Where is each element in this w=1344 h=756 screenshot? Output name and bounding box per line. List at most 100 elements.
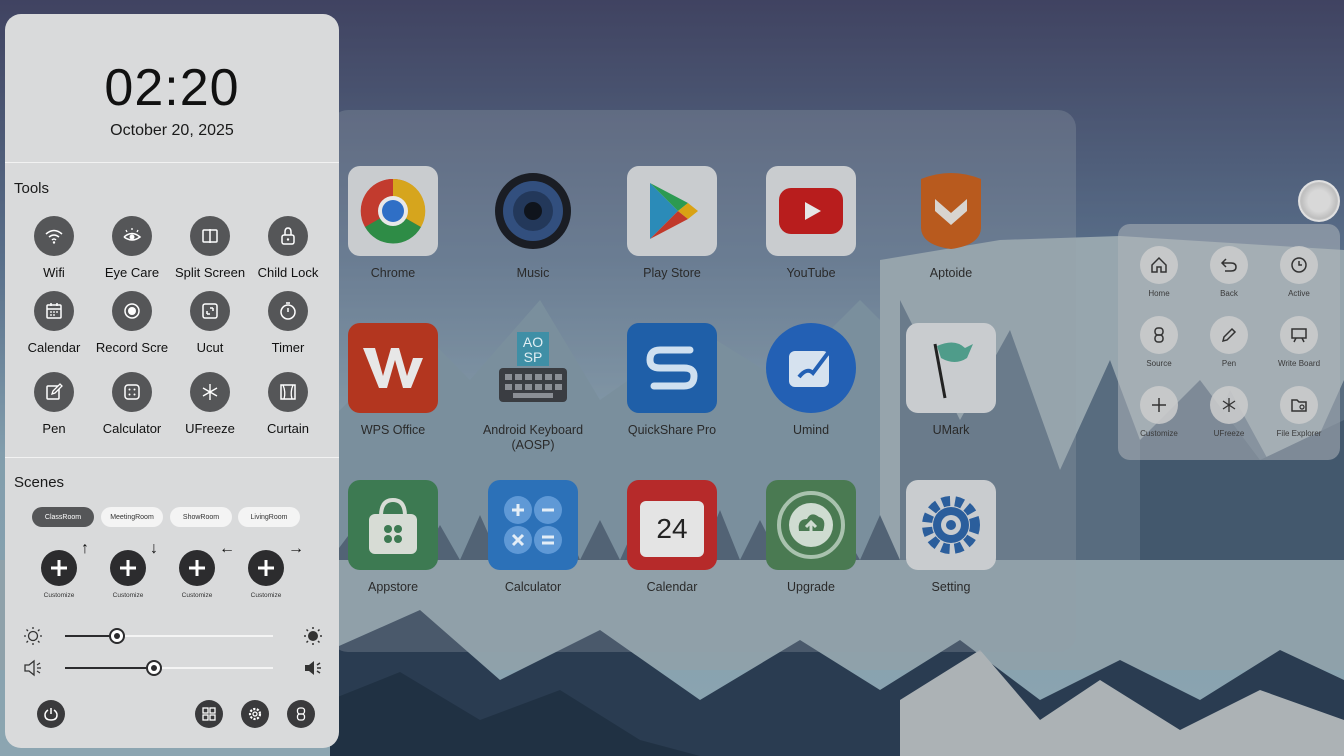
app-label: YouTube	[786, 266, 836, 280]
app-calculator[interactable]: Calculator	[473, 480, 593, 595]
float-source-button[interactable]: Source	[1124, 316, 1194, 368]
tool-label: UFreeze	[185, 421, 235, 436]
plus-icon: ↓	[110, 540, 158, 586]
float-pen-button[interactable]: Pen	[1194, 316, 1264, 368]
float-write-board-button[interactable]: Write Board	[1264, 316, 1334, 368]
keyboard-icon: AO SP	[488, 323, 578, 413]
tool-child-lock[interactable]: Child Lock	[247, 216, 329, 280]
arrow-right-icon: →	[288, 540, 304, 557]
customize-label: Customize	[181, 592, 213, 599]
float-label: Pen	[1221, 359, 1237, 368]
float-customize-button[interactable]: Customize	[1124, 386, 1194, 438]
clock-date: October 20, 2025	[110, 122, 234, 139]
tool-record-screen[interactable]: Record Scre	[91, 291, 173, 355]
scene-classroom-chip[interactable]: ClassRoom	[32, 507, 94, 527]
app-label: Music	[516, 266, 550, 280]
snowflake-icon	[1210, 386, 1248, 424]
tool-curtain[interactable]: Curtain	[247, 372, 329, 436]
scene-meetingroom-chip[interactable]: MeetingRoom	[101, 507, 163, 527]
ucut-icon	[190, 291, 230, 331]
app-upgrade[interactable]: Upgrade	[751, 480, 871, 595]
youtube-icon	[766, 166, 856, 256]
umark-icon	[906, 323, 996, 413]
appstore-icon	[348, 480, 438, 570]
tool-calculator[interactable]: Calculator	[91, 372, 173, 436]
scene-showroom-chip[interactable]: ShowRoom	[170, 507, 232, 527]
float-active-button[interactable]: Active	[1264, 246, 1334, 298]
volume-knob[interactable]	[146, 660, 163, 676]
float-ufreeze-button[interactable]: UFreeze	[1194, 386, 1264, 438]
customize-up-button[interactable]: ↑ Customize	[24, 540, 94, 599]
app-appstore[interactable]: Appstore	[333, 480, 453, 595]
wifi-icon	[34, 216, 74, 256]
tool-label: Timer	[271, 340, 305, 355]
tool-label: Record Scre	[95, 340, 169, 355]
app-label: Upgrade	[787, 580, 835, 594]
app-calendar[interactable]: 24 Calendar	[612, 480, 732, 595]
float-back-button[interactable]: Back	[1194, 246, 1264, 298]
float-file-explorer-button[interactable]: File Explorer	[1264, 386, 1334, 438]
tool-pen[interactable]: Pen	[13, 372, 95, 436]
tool-ufreeze[interactable]: UFreeze	[169, 372, 251, 436]
tool-label: Split Screen	[174, 265, 246, 280]
plus-icon: →	[248, 540, 304, 586]
calculator-app-icon	[488, 480, 578, 570]
app-umark[interactable]: UMark	[891, 323, 1011, 438]
float-home-button[interactable]: Home	[1124, 246, 1194, 298]
tool-eye-care[interactable]: Eye Care	[91, 216, 173, 280]
multiwindow-button[interactable]	[195, 700, 223, 728]
brightness-high-icon	[304, 627, 322, 645]
power-button[interactable]	[37, 700, 65, 728]
tool-timer[interactable]: Timer	[247, 291, 329, 355]
settings-button[interactable]	[241, 700, 269, 728]
app-chrome[interactable]: Chrome	[333, 166, 453, 281]
record-icon	[112, 291, 152, 331]
quickshare-icon	[627, 323, 717, 413]
app-label: Play Store	[643, 266, 701, 280]
app-label: Umind	[792, 423, 830, 437]
app-quickshare-pro[interactable]: QuickShare Pro	[612, 323, 732, 438]
app-aptoide[interactable]: Aptoide	[891, 166, 1011, 281]
keyboard-tile-text-top: AO	[523, 334, 543, 350]
customize-label: Customize	[250, 592, 282, 599]
calendar-day-number: 24	[640, 501, 704, 557]
customize-label: Customize	[112, 592, 144, 599]
tool-label: Pen	[42, 421, 66, 436]
scene-livingroom-chip[interactable]: LivingRoom	[238, 507, 300, 527]
tool-label: Ucut	[196, 340, 224, 355]
source-icon	[1140, 316, 1178, 354]
app-music[interactable]: Music	[473, 166, 593, 281]
tool-split-screen[interactable]: Split Screen	[169, 216, 251, 280]
app-umind[interactable]: Umind	[751, 323, 871, 438]
source-button[interactable]	[287, 700, 315, 728]
music-icon	[488, 166, 578, 256]
aptoide-icon	[906, 166, 996, 256]
app-youtube[interactable]: YouTube	[751, 166, 871, 281]
tool-calendar[interactable]: Calendar	[13, 291, 95, 355]
volume-fill	[65, 667, 155, 669]
calendar-icon	[34, 291, 74, 331]
lock-icon	[268, 216, 308, 256]
keyboard-tile-text-bottom: SP	[524, 349, 543, 365]
tool-label: Curtain	[267, 421, 309, 436]
tool-ucut[interactable]: Ucut	[169, 291, 251, 355]
brightness-knob[interactable]	[109, 628, 125, 644]
windows-icon	[202, 707, 216, 721]
tool-wifi[interactable]: Wifi	[13, 216, 95, 280]
customize-down-button[interactable]: ↓ Customize	[93, 540, 163, 599]
float-label: Active	[1288, 289, 1310, 298]
customize-left-button[interactable]: ← Customize	[162, 540, 235, 599]
float-label: Customize	[1140, 429, 1178, 438]
app-play-store[interactable]: Play Store	[612, 166, 732, 281]
back-icon	[1210, 246, 1248, 284]
brightness-low-icon	[24, 627, 42, 645]
app-label: Appstore	[367, 580, 419, 594]
customize-right-button[interactable]: → Customize	[231, 540, 304, 599]
floating-menu-ball[interactable]	[1298, 180, 1340, 222]
float-label: Home	[1148, 289, 1170, 298]
eye-care-icon	[112, 216, 152, 256]
app-label: QuickShare Pro	[627, 423, 717, 437]
app-setting[interactable]: Setting	[891, 480, 1011, 595]
app-android-keyboard[interactable]: AO SP Android Keyboard (AOSP)	[473, 323, 593, 453]
app-wps-office[interactable]: WPS Office	[333, 323, 453, 438]
